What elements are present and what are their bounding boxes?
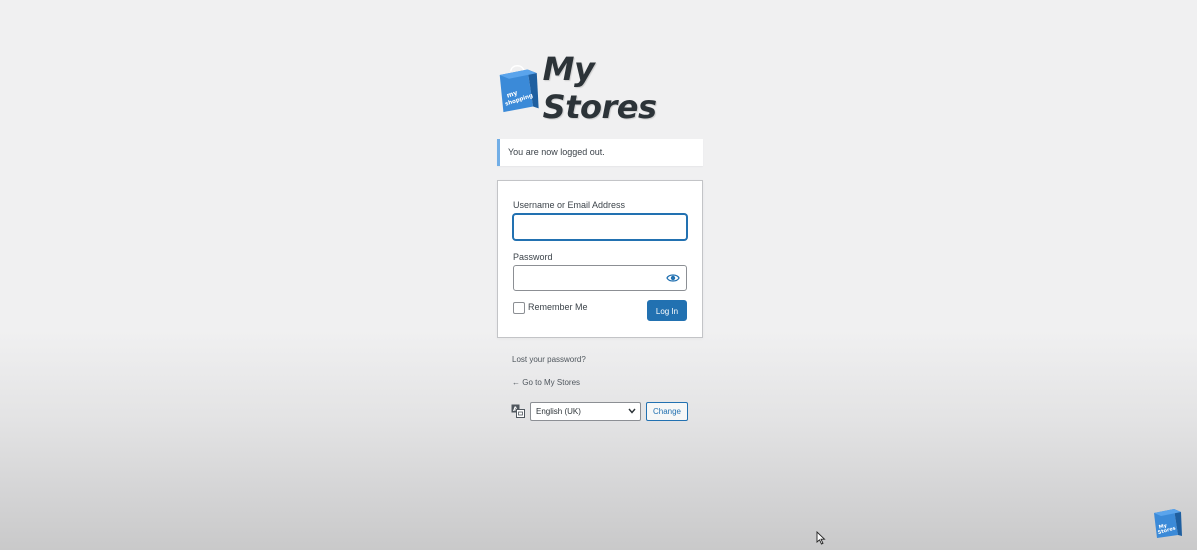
remember-me-label[interactable]: Remember Me [528, 302, 588, 312]
eye-icon[interactable] [666, 272, 680, 284]
lost-password-link[interactable]: Lost your password? [512, 355, 586, 364]
chevron-down-icon [628, 408, 636, 414]
corner-logo-icon: My Stores [1154, 509, 1182, 538]
selected-language: English (UK) [536, 406, 581, 416]
back-to-site-link[interactable]: ← Go to My Stores [512, 378, 580, 387]
language-select[interactable]: English (UK) [530, 401, 641, 421]
login-form: Username or Email Address Password Remem… [497, 180, 703, 338]
username-label: Username or Email Address [513, 200, 626, 210]
site-logo[interactable]: my shopping My Stores [496, 50, 706, 126]
change-language-button[interactable]: Change [646, 401, 688, 421]
mouse-cursor-icon [816, 531, 826, 545]
logout-notice: You are now logged out. [497, 139, 703, 166]
password-label: Password [513, 252, 553, 262]
password-input[interactable] [513, 265, 687, 291]
shopping-bag-icon: my shopping [499, 65, 539, 113]
translate-icon: A [511, 404, 525, 418]
language-switcher: A English (UK) Change [511, 401, 688, 421]
site-title: My Stores [542, 50, 657, 126]
username-input[interactable] [513, 214, 687, 240]
remember-me-checkbox[interactable] [513, 302, 525, 314]
log-in-button[interactable]: Log In [647, 300, 687, 321]
notice-message: You are now logged out. [508, 147, 605, 157]
